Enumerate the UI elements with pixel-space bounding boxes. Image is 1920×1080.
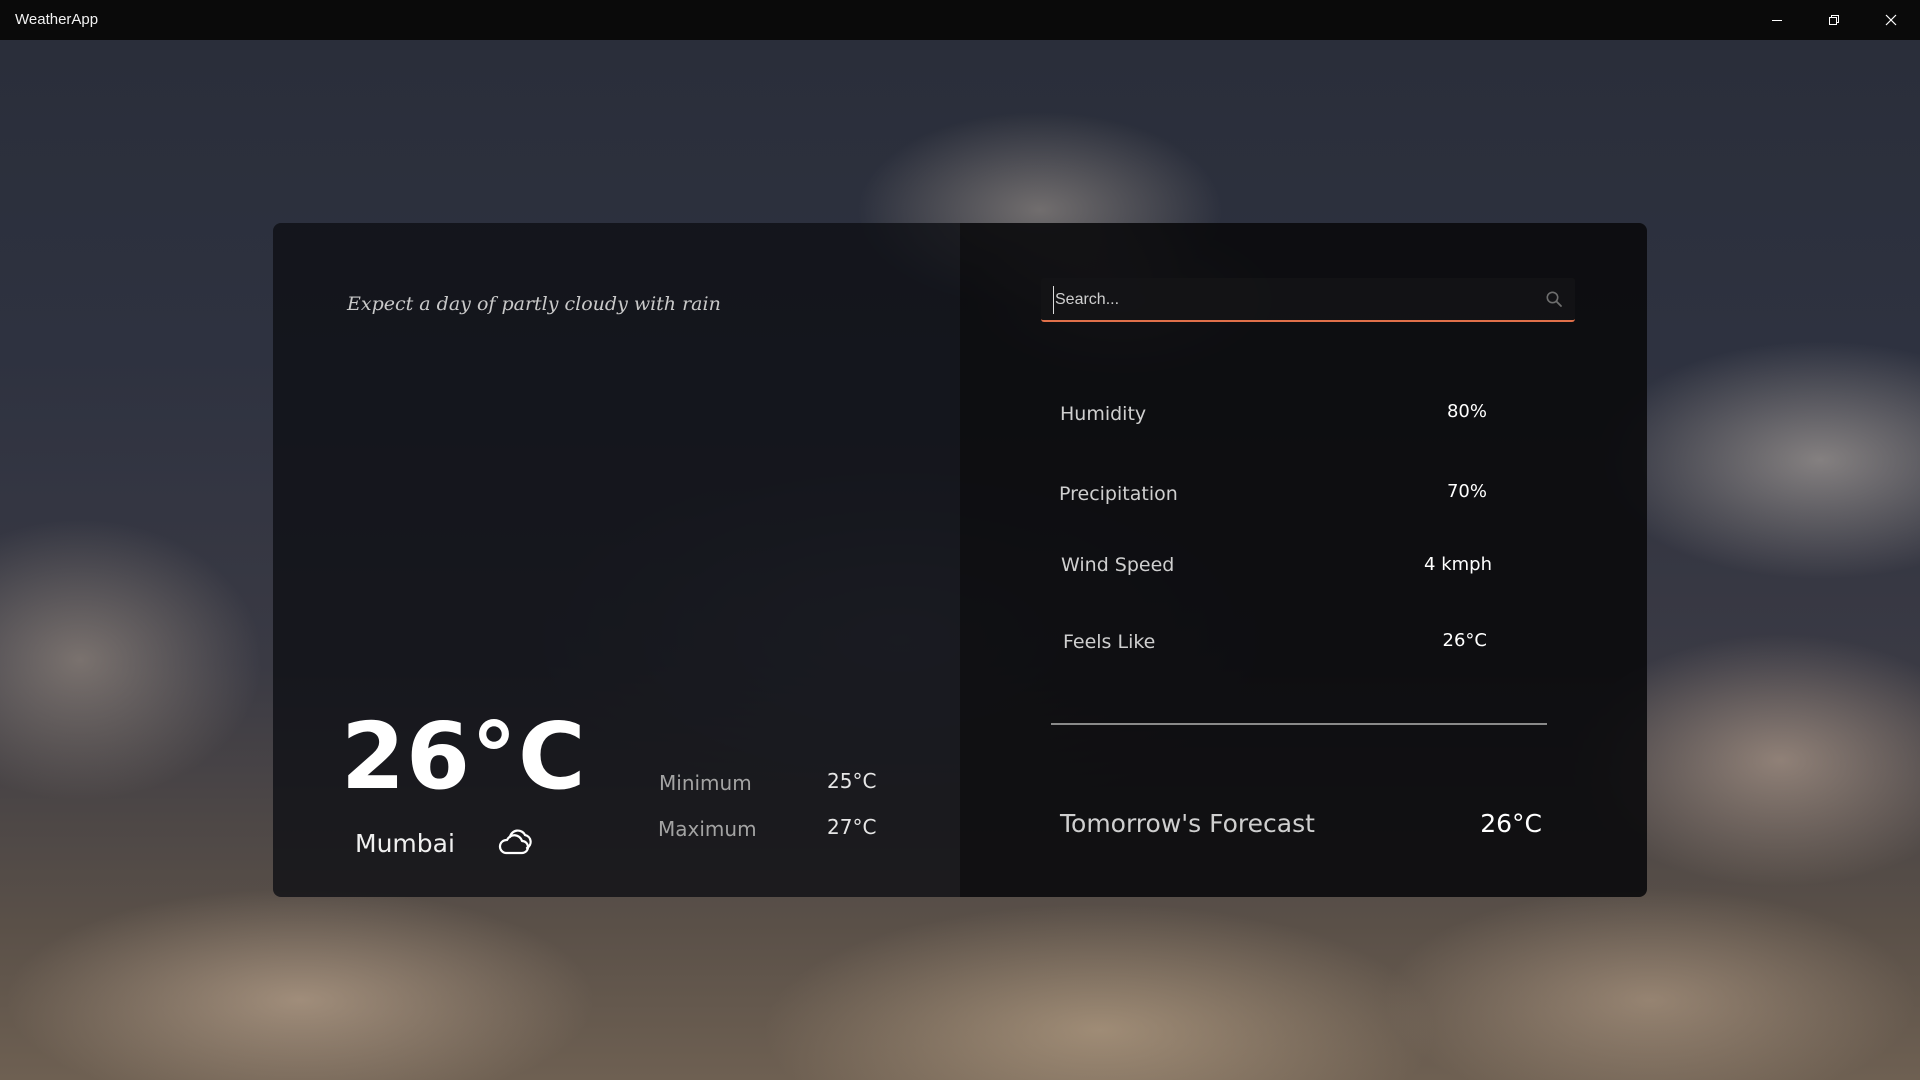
- minimize-button[interactable]: [1749, 0, 1805, 40]
- minimum-label: Minimum: [659, 771, 752, 795]
- humidity-value: 80%: [1446, 401, 1487, 422]
- weather-card: Expect a day of partly cloudy with rain …: [273, 223, 1647, 897]
- tomorrow-forecast-label: Tomorrow's Forecast: [1060, 809, 1315, 838]
- precipitation-label: Precipitation: [1059, 483, 1178, 505]
- partly-cloudy-icon: [498, 826, 532, 860]
- precipitation-value: 70%: [1446, 481, 1487, 502]
- close-button[interactable]: [1863, 0, 1919, 40]
- details-panel: Humidity 80% Precipitation 70% Wind Spee…: [960, 223, 1647, 897]
- feels-like-value: 26°C: [1442, 630, 1487, 651]
- current-temperature: 26°C: [341, 703, 587, 810]
- search-box[interactable]: [1041, 278, 1575, 322]
- search-icon[interactable]: [1545, 290, 1563, 312]
- close-icon: [1885, 14, 1897, 26]
- maximum-label: Maximum: [658, 817, 757, 841]
- tomorrow-forecast-value: 26°C: [1480, 809, 1542, 838]
- maximum-value: 27°C: [827, 815, 877, 839]
- app-title: WeatherApp: [15, 11, 99, 28]
- restore-button[interactable]: [1806, 0, 1862, 40]
- feels-like-label: Feels Like: [1063, 631, 1156, 653]
- city-name: Mumbai: [355, 829, 455, 858]
- divider: [1051, 723, 1547, 725]
- restore-icon: [1829, 15, 1839, 25]
- minimize-icon: [1772, 20, 1782, 21]
- humidity-label: Humidity: [1060, 403, 1147, 425]
- wind-speed-label: Wind Speed: [1061, 554, 1175, 576]
- wind-speed-value: 4 kmph: [1424, 554, 1492, 575]
- app-window: WeatherApp Expect a day of partly cloudy…: [0, 0, 1920, 1080]
- title-bar: WeatherApp: [0, 0, 1920, 40]
- current-weather-panel: Expect a day of partly cloudy with rain …: [273, 223, 960, 897]
- search-input[interactable]: [1053, 286, 1523, 314]
- weather-summary: Expect a day of partly cloudy with rain: [347, 293, 721, 315]
- minimum-value: 25°C: [827, 769, 877, 793]
